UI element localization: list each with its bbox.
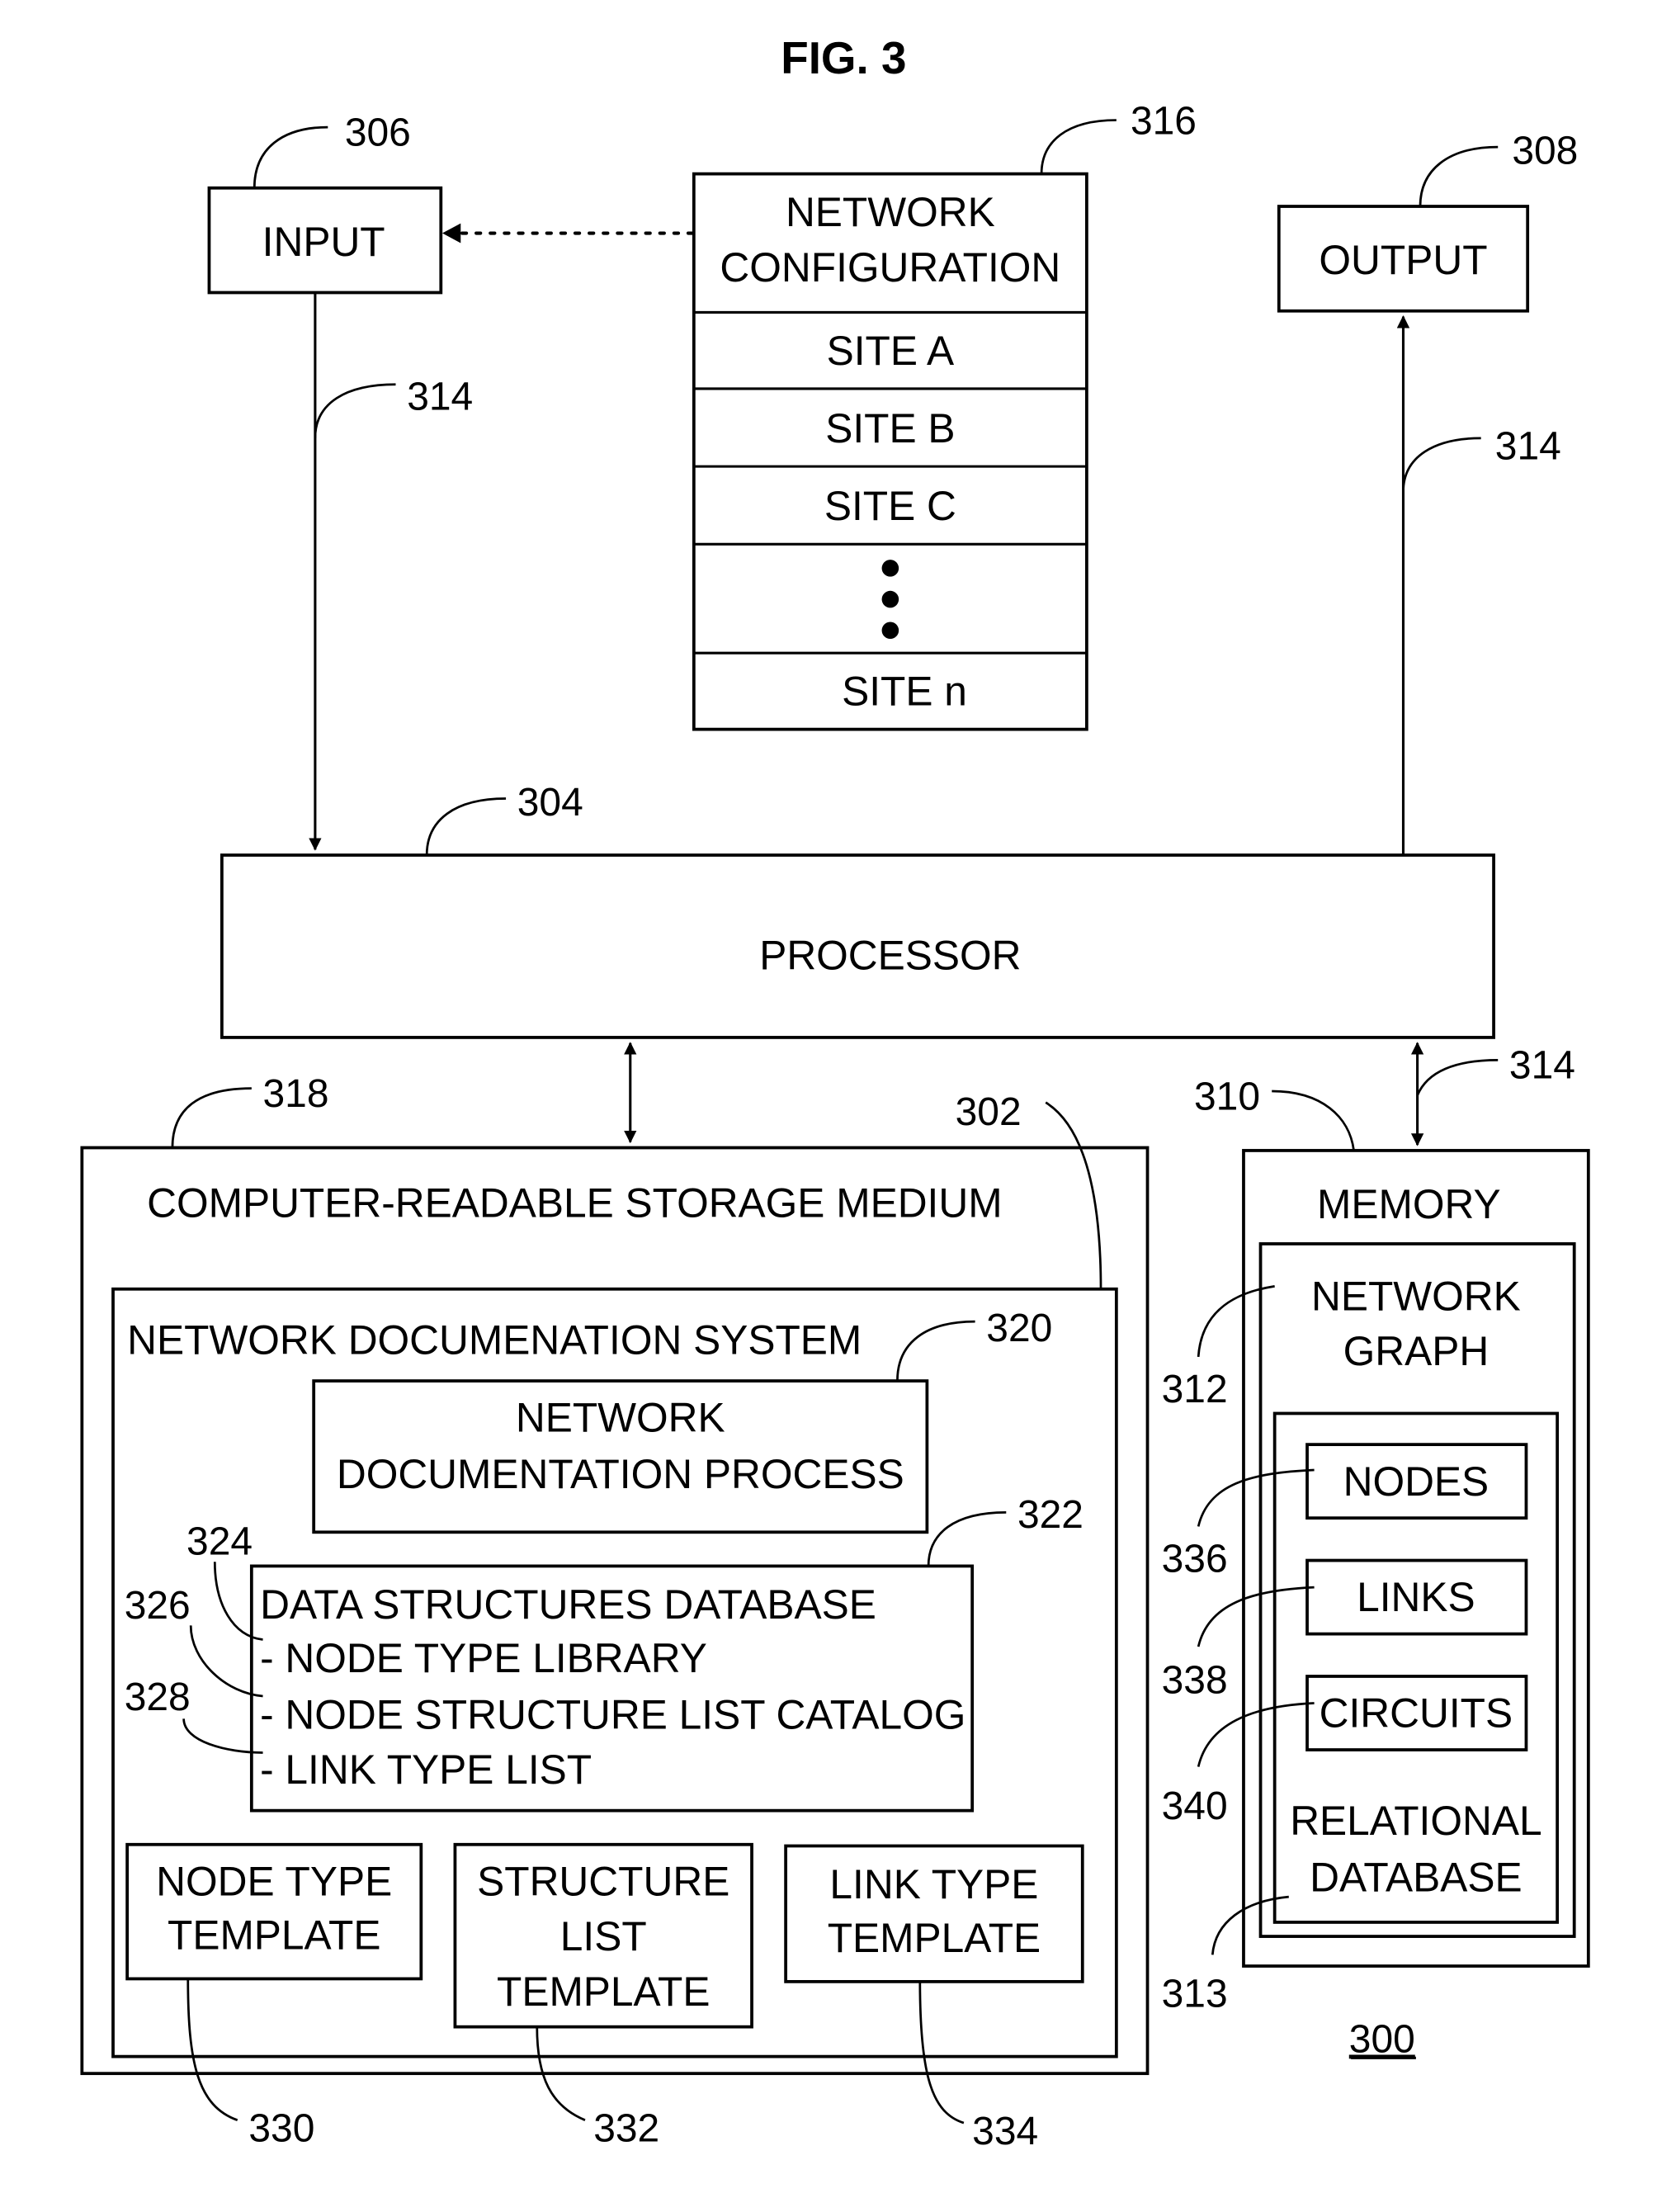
site-row: SITE n [842,669,967,715]
processor-block: PROCESSOR 304 [220,781,1495,1039]
output-ref-leader [1419,145,1499,207]
relational-item-ref: 340 [1162,1784,1228,1828]
storage-medium-label: COMPUTER-READABLE STORAGE MEDIUM [147,1179,1002,1226]
relational-db-line2: DATABASE [1310,1854,1523,1900]
template-line: TEMPLATE [168,1912,380,1958]
output-label: OUTPUT [1319,237,1487,283]
figure-title: FIG. 3 [781,32,906,83]
network-config-header-line1: NETWORK [786,189,995,235]
item-ref: 326 [125,1584,191,1628]
database-item: - NODE TYPE LIBRARY [260,1635,707,1681]
dashed-arrowhead-icon [442,223,461,243]
site-row: SITE B [825,405,955,451]
database-item: - LINK TYPE LIST [260,1746,592,1793]
relational-item: NODES [1343,1458,1490,1505]
template-line: LIST [560,1913,647,1959]
template-line: STRUCTURE [477,1858,729,1904]
input-bus-ref-leader [314,383,396,438]
memory-label: MEMORY [1317,1181,1501,1227]
memory-ref-leader [1272,1089,1355,1151]
input-bus-ref: 314 [407,376,473,419]
patent-figure: FIG. 3 INPUT 306 NETWORK CONFIGURATION S… [80,32,1590,2153]
graph-line2: GRAPH [1343,1328,1490,1374]
relational-item-ref: 336 [1162,1537,1228,1581]
process-line2: DOCUMENTATION PROCESS [337,1451,904,1497]
network-config-ref: 316 [1131,100,1197,144]
item-ref: 328 [125,1676,191,1719]
storage-ref-leader [171,1087,252,1148]
database-ref: 322 [1017,1493,1083,1537]
storage-ref: 318 [263,1072,329,1116]
template-line: NODE TYPE [156,1858,392,1904]
output-ref: 308 [1512,130,1578,173]
output-bus-ref: 314 [1495,425,1561,469]
relational-item: LINKS [1357,1574,1475,1620]
database-title: DATA STRUCTURES DATABASE [260,1581,876,1628]
relational-item-ref: 338 [1162,1659,1228,1703]
relational-db-ref: 313 [1162,1973,1228,2016]
storage-medium-block: COMPUTER-READABLE STORAGE MEDIUM 318 NET… [80,1072,1150,2076]
network-config-ref-leader [1040,119,1117,174]
graph-ref: 312 [1162,1368,1228,1411]
system-ref: 302 [956,1090,1022,1134]
ellipsis-dot-icon [881,622,899,640]
memory-block: MEMORY 310 NETWORK GRAPH 312 NODES LINKS… [1162,1075,1590,2016]
template-ref: 330 [248,2106,314,2150]
template-ref: 332 [593,2106,659,2150]
template-ref: 334 [972,2110,1038,2153]
relational-item: CIRCUITS [1320,1690,1513,1737]
item-ref: 324 [186,1520,253,1564]
graph-line1: NETWORK [1311,1273,1521,1319]
output-block: OUTPUT 308 [1277,130,1578,313]
memory-bus-ref-leader [1416,1058,1499,1096]
memory-ref: 310 [1194,1075,1260,1118]
network-config-header-line2: CONFIGURATION [720,244,1060,291]
processor-label: PROCESSOR [759,933,1021,979]
template-line: LINK TYPE [829,1861,1038,1907]
processor-ref-leader [425,797,507,856]
input-ref-leader [253,125,328,188]
site-row: SITE A [827,328,955,374]
template-line: TEMPLATE [828,1915,1041,1961]
memory-bus-ref: 314 [1509,1044,1575,1088]
relational-db-line1: RELATIONAL [1290,1798,1541,1844]
input-ref: 306 [345,111,411,154]
ellipsis-dot-icon [881,590,899,608]
process-ref: 320 [986,1307,1052,1350]
template-line: TEMPLATE [497,1969,710,2015]
process-line1: NETWORK [516,1395,725,1441]
system-label: NETWORK DOCUMENATION SYSTEM [127,1317,862,1364]
processor-ref: 304 [517,781,583,825]
input-block: INPUT 306 [207,111,443,295]
output-bus-ref-leader [1402,437,1481,492]
input-label: INPUT [262,219,385,265]
database-item: - NODE STRUCTURE LIST CATALOG [260,1691,965,1737]
ellipsis-dot-icon [881,560,899,577]
network-configuration-table: NETWORK CONFIGURATION SITE A SITE B SITE… [692,100,1197,731]
site-row: SITE C [824,483,956,529]
system-reference-number: 300 [1349,2017,1415,2061]
